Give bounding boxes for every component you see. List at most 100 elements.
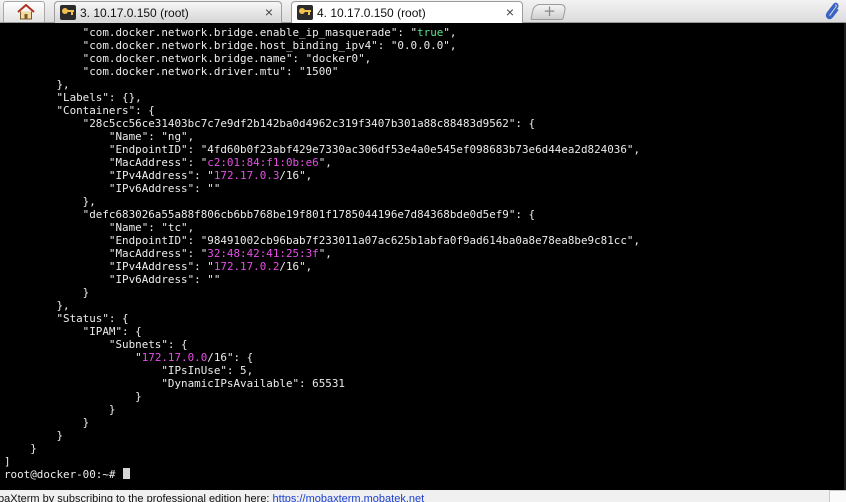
terminal-line: "defc683026a55a88f806cb6bb768be19f801f17…	[4, 208, 640, 221]
new-tab-button[interactable]: +	[530, 2, 567, 20]
tab-bar: 3. 10.17.0.150 (root) × 4. 10.17.0.150 (…	[0, 0, 846, 24]
terminal-line: "com.docker.network.bridge.name": "docke…	[4, 52, 640, 65]
terminal-text: "Name": "ng",	[4, 130, 195, 143]
close-icon[interactable]: ×	[265, 4, 273, 20]
terminal-text: "Labels": {},	[4, 91, 142, 104]
terminal-text: 172.17.0.3	[213, 169, 280, 182]
terminal-line: "com.docker.network.driver.mtu": "1500"	[4, 65, 640, 78]
terminal-line: "MacAddress": "c2:01:84:f1:0b:e6",	[4, 156, 640, 169]
terminal-line: "Labels": {},	[4, 91, 640, 104]
terminal-line: "172.17.0.0/16": {	[4, 351, 640, 364]
terminal-line: },	[4, 299, 640, 312]
terminal-line: "DynamicIPsAvailable": 65531	[4, 377, 640, 390]
terminal-text: ",	[318, 247, 332, 260]
terminal-text: }	[4, 403, 116, 416]
terminal-line: "Status": {	[4, 312, 640, 325]
terminal-line: "EndpointID": "4fd60b0f23abf429e7330ac30…	[4, 143, 640, 156]
terminal-line: "EndpointID": "98491002cb96bab7f233011a0…	[4, 234, 640, 247]
terminal-line: "com.docker.network.bridge.enable_ip_mas…	[4, 26, 640, 39]
terminal-text: "com.docker.network.bridge.name": "docke…	[4, 52, 372, 65]
terminal-line: root@docker-00:~#	[4, 468, 640, 481]
terminal-line: }	[4, 416, 640, 429]
terminal-text: "Subnets": {	[4, 338, 188, 351]
terminal-text: "com.docker.network.driver.mtu": "1500"	[4, 65, 339, 78]
terminal-text: "IPv6Address": ""	[4, 273, 221, 286]
terminal-text: "MacAddress": "	[4, 156, 208, 169]
terminal-line: }	[4, 429, 640, 442]
terminal-text: "Status": {	[4, 312, 129, 325]
terminal-text: "EndpointID": "98491002cb96bab7f233011a0…	[4, 234, 641, 247]
terminal-line: }	[4, 403, 640, 416]
terminal-text: 32:48:42:41:25:3f	[207, 247, 319, 260]
terminal-cursor	[123, 468, 131, 479]
status-message: baXterm by subscribing to the profession…	[0, 493, 424, 502]
terminal-line: "Containers": {	[4, 104, 640, 117]
terminal-text: "Name": "tc",	[4, 221, 195, 234]
terminal-line: },	[4, 195, 640, 208]
terminal-text: }	[4, 429, 64, 442]
tab-session-4[interactable]: 4. 10.17.0.150 (root) ×	[291, 1, 523, 24]
terminal-text: },	[4, 299, 70, 312]
terminal-text: "DynamicIPsAvailable": 65531	[4, 377, 345, 390]
terminal-text: "	[4, 351, 142, 364]
terminal-line: "Subnets": {	[4, 338, 640, 351]
terminal-text: "EndpointID": "4fd60b0f23abf429e7330ac30…	[4, 143, 641, 156]
terminal-text: "Containers": {	[4, 104, 155, 117]
terminal-line: "com.docker.network.bridge.host_binding_…	[4, 39, 640, 52]
terminal-text: "IPv4Address": "	[4, 260, 214, 273]
terminal-line: "28c5cc56ce31403bc7c7e9df2b142ba0d4962c3…	[4, 117, 640, 130]
terminal-line: },	[4, 78, 640, 91]
mobaxterm-link[interactable]: https://mobaxterm.mobatek.net	[273, 493, 425, 502]
status-bar: baXterm by subscribing to the profession…	[0, 490, 846, 502]
terminal-text: ",	[443, 26, 457, 39]
tab-label: 4. 10.17.0.150 (root)	[317, 6, 426, 20]
terminal-text: "MacAddress": "	[4, 247, 208, 260]
home-button[interactable]	[3, 1, 45, 22]
terminal-text: 172.17.0.2	[213, 260, 280, 273]
terminal-text: "IPAM": {	[4, 325, 142, 338]
terminal-line: }	[4, 286, 640, 299]
terminal-line: "Name": "ng",	[4, 130, 640, 143]
paperclip-icon[interactable]	[824, 1, 840, 21]
terminal-line: ]	[4, 455, 640, 468]
tab-session-3[interactable]: 3. 10.17.0.150 (root) ×	[54, 1, 282, 23]
terminal-text: "IPv6Address": ""	[4, 182, 221, 195]
close-icon[interactable]: ×	[506, 4, 514, 20]
terminal-text: root@docker-00:~#	[4, 468, 123, 481]
ssh-key-icon	[297, 5, 313, 20]
resize-grip[interactable]	[829, 490, 846, 502]
tab-label: 3. 10.17.0.150 (root)	[80, 6, 189, 20]
terminal-line: "Name": "tc",	[4, 221, 640, 234]
terminal-line: "IPAM": {	[4, 325, 640, 338]
terminal-line: "IPsInUse": 5,	[4, 364, 640, 377]
terminal-text: "28c5cc56ce31403bc7c7e9df2b142ba0d4962c3…	[4, 117, 536, 130]
terminal-line: "MacAddress": "32:48:42:41:25:3f",	[4, 247, 640, 260]
terminal-text: }	[4, 416, 90, 429]
terminal-text: ]	[4, 455, 11, 468]
home-icon	[17, 4, 35, 20]
terminal-line: "IPv4Address": "172.17.0.2/16",	[4, 260, 640, 273]
terminal-line: "IPv6Address": ""	[4, 273, 640, 286]
terminal-screen[interactable]: "com.docker.network.bridge.enable_ip_mas…	[0, 23, 846, 490]
terminal-output: "com.docker.network.bridge.enable_ip_mas…	[4, 26, 640, 481]
terminal-text: "com.docker.network.bridge.host_binding_…	[4, 39, 457, 52]
terminal-line: "IPv4Address": "172.17.0.3/16",	[4, 169, 640, 182]
terminal-text: "IPsInUse": 5,	[4, 364, 254, 377]
terminal-text: /16": {	[207, 351, 254, 364]
terminal-line: }	[4, 390, 640, 403]
terminal-text: 172.17.0.0	[141, 351, 208, 364]
terminal-line: }	[4, 442, 640, 455]
terminal-text: "defc683026a55a88f806cb6bb768be19f801f17…	[4, 208, 536, 221]
terminal-text: }	[4, 390, 142, 403]
ssh-key-icon	[60, 5, 76, 20]
terminal-text: c2:01:84:f1:0b:e6	[207, 156, 319, 169]
terminal-text: }	[4, 442, 37, 455]
terminal-text: /16",	[279, 260, 313, 273]
terminal-text: "IPv4Address": "	[4, 169, 214, 182]
terminal-text: },	[4, 195, 96, 208]
terminal-text: ",	[318, 156, 332, 169]
terminal-text: /16",	[279, 169, 313, 182]
terminal-text: true	[417, 26, 444, 39]
terminal-text: "com.docker.network.bridge.enable_ip_mas…	[4, 26, 418, 39]
terminal-text: },	[4, 78, 70, 91]
